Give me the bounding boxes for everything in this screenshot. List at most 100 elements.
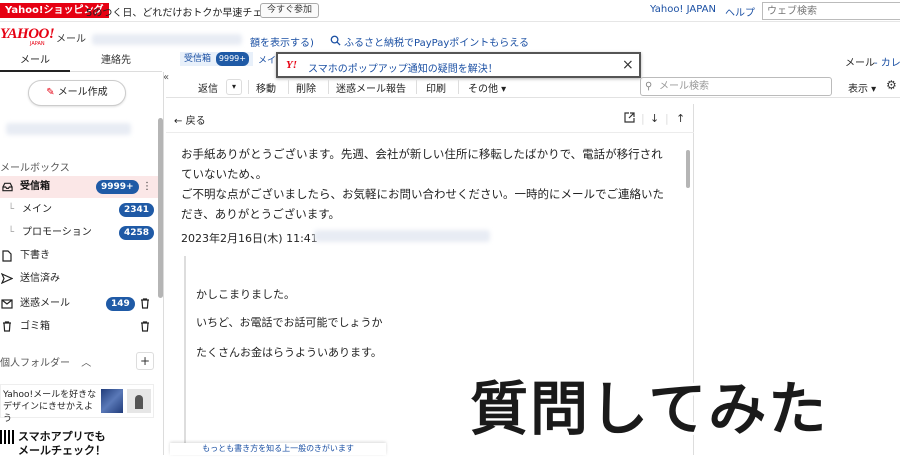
blurred-ad [92, 34, 242, 45]
more-button[interactable]: その他 ▾ [468, 80, 506, 95]
furusato-link[interactable]: ふるさと納税でPayPayポイントもらえる [330, 34, 529, 49]
back-button[interactable]: ← 戻る [174, 112, 206, 127]
message-paragraph: ご不明な点がございましたら、お気軽にお問い合わせください。一時的にメールでご連絡… [181, 187, 664, 221]
notification-popup[interactable]: Y! スマホのポップアップ通知の疑問を解決！ × [276, 52, 641, 78]
theme-thumbnail [127, 389, 151, 413]
folder-main-count: 2341 [119, 203, 155, 217]
toolbar-divider [328, 80, 329, 94]
pane-divider [166, 132, 694, 133]
folder-drafts-label: 下書き [20, 250, 50, 261]
open-tab-inbox-label: 受信箱 [184, 54, 212, 64]
toolbar-divider [416, 80, 417, 94]
folder-promotion[interactable]: └ プロモーション 4258 [0, 222, 160, 244]
message-scrollbar[interactable] [686, 150, 690, 188]
close-icon[interactable]: × [622, 56, 634, 74]
yahoo-japan-link[interactable]: Yahoo! JAPAN [650, 4, 716, 15]
add-folder-button[interactable]: + [136, 352, 154, 370]
yahoo-logo[interactable]: YAHOO! [0, 26, 55, 43]
spam-icon [0, 293, 14, 318]
move-button[interactable]: 移動 [256, 80, 276, 95]
folder-sent-label: 送信済み [20, 273, 60, 284]
promo-text[interactable]: 5のつく日、どれだけおトクか早速チェック [86, 4, 282, 19]
quoted-line: いちど、お電話でお話可能でしょうか [196, 316, 383, 329]
theme-banner[interactable]: Yahoo!メールを好きなデザインにきせかえよう [0, 384, 154, 424]
open-tab-inbox[interactable]: 受信箱 9999+ [180, 52, 253, 66]
folder-sent[interactable]: 送信済み [0, 268, 160, 290]
top-bar: Yahoo!ショッピング 5のつく日、どれだけおトクか早速チェック 今すぐ参加 … [0, 0, 900, 22]
folder-main[interactable]: └ メイン 2341 [0, 199, 160, 221]
sidebar-divider [163, 72, 164, 455]
arrow-down-icon[interactable]: ↓ [650, 112, 659, 125]
help-link[interactable]: ヘルプ [725, 4, 755, 19]
logo-mail-label: メール [56, 34, 86, 45]
print-button[interactable]: 印刷 [426, 80, 446, 95]
personal-folders-heading[interactable]: 個人フォルダー ︿ [0, 354, 91, 369]
inbox-icon [0, 176, 14, 201]
chevron-up-icon: ︿ [81, 358, 92, 369]
folder-spam-label: 迷惑メール [20, 298, 70, 309]
mail-link[interactable]: メール [845, 54, 875, 69]
folder-promotion-label: プロモーション [22, 227, 92, 238]
mailbox-heading: メールボックス [0, 163, 70, 174]
tree-line-icon: └ [8, 227, 15, 238]
empty-trash-icon[interactable] [140, 316, 150, 341]
logo-japan: JAPAN [30, 41, 45, 47]
gear-icon[interactable]: ⚙ [886, 78, 897, 92]
delete-button[interactable]: 削除 [296, 80, 316, 95]
compose-label: メール作成 [57, 87, 108, 98]
bottom-banner[interactable]: もっとも書き方を知る上一般のきがいます [170, 443, 386, 455]
qr-code-icon [0, 430, 14, 444]
folder-spam-count: 149 [106, 297, 135, 311]
ad-text[interactable]: 額を表示する) [250, 34, 314, 49]
open-tab-partial[interactable]: メイ [258, 53, 276, 66]
reply-options-button[interactable]: ▾ [226, 79, 242, 95]
report-spam-button[interactable]: 迷惑メール報告 [336, 80, 406, 95]
popup-logo: Y! [286, 59, 297, 71]
toolbar-divider [288, 80, 289, 94]
mail-search-input[interactable]: ⚲ メール検索 [640, 77, 832, 96]
tab-contacts[interactable]: 連絡先 [70, 52, 162, 72]
arrow-up-icon[interactable]: ↑ [676, 112, 685, 125]
pane-divider-icon: | [665, 112, 669, 125]
account-name-blurred [6, 123, 131, 135]
folder-main-label: メイン [22, 204, 52, 215]
compose-button[interactable]: ✎ メール作成 [28, 80, 126, 106]
folder-inbox-count: 9999+ [96, 180, 139, 194]
sender-email-blurred [314, 230, 490, 242]
pencil-icon: ✎ [46, 87, 55, 98]
app-banner-line1: スマホアプリでも [18, 430, 106, 443]
tree-line-icon: └ [8, 204, 15, 215]
folder-inbox-label: 受信箱 [20, 181, 50, 192]
app-banner[interactable]: スマホアプリでも メールチェック！ [18, 430, 106, 458]
search-icon: ⚲ [645, 81, 653, 92]
open-tab-inbox-count: 9999+ [215, 52, 249, 66]
tab-mail[interactable]: メール [0, 52, 70, 72]
view-button[interactable]: 表示 ▾ [848, 80, 876, 95]
message-paragraph: お手紙ありがとうございます。先週、会社が新しい住所に移転したばかりで、電話が移行… [181, 147, 663, 181]
reply-button[interactable]: 返信 [198, 80, 218, 95]
personal-folders-label: 個人フォルダー [0, 358, 70, 369]
toolbar-divider [458, 80, 459, 94]
join-button[interactable]: 今すぐ参加 [260, 3, 320, 18]
folder-inbox[interactable]: 受信箱 9999+ ⋮ [0, 176, 160, 198]
folder-drafts[interactable]: 下書き [0, 245, 160, 267]
theme-banner-text: Yahoo!メールを好きなデザインにきせかえよう [3, 390, 97, 424]
calendar-link[interactable]: - カレ [874, 54, 900, 69]
web-search-input[interactable] [762, 2, 900, 20]
folder-promotion-count: 4258 [119, 226, 155, 240]
folder-trash[interactable]: ゴミ箱 [0, 316, 160, 338]
sidebar-scrollbar[interactable] [158, 118, 163, 298]
folder-trash-label: ゴミ箱 [20, 321, 50, 332]
popup-text[interactable]: スマホのポップアップ通知の疑問を解決！ [308, 60, 498, 75]
open-external-icon[interactable] [624, 112, 635, 126]
empty-spam-trash-icon[interactable] [140, 293, 150, 318]
mail-search-placeholder: メール検索 [659, 81, 709, 92]
furusato-label: ふるさと納税でPayPayポイントもらえる [344, 38, 529, 49]
magnifier-icon [330, 35, 341, 46]
theme-thumbnail [101, 389, 123, 413]
pane-divider-icon: | [641, 112, 645, 125]
folder-spam[interactable]: 迷惑メール 149 [0, 293, 160, 315]
quoted-line: たくさんお金はらうよういあります。 [196, 346, 382, 359]
trash-icon [0, 316, 14, 341]
more-options-icon[interactable]: ⋮ [142, 176, 152, 198]
